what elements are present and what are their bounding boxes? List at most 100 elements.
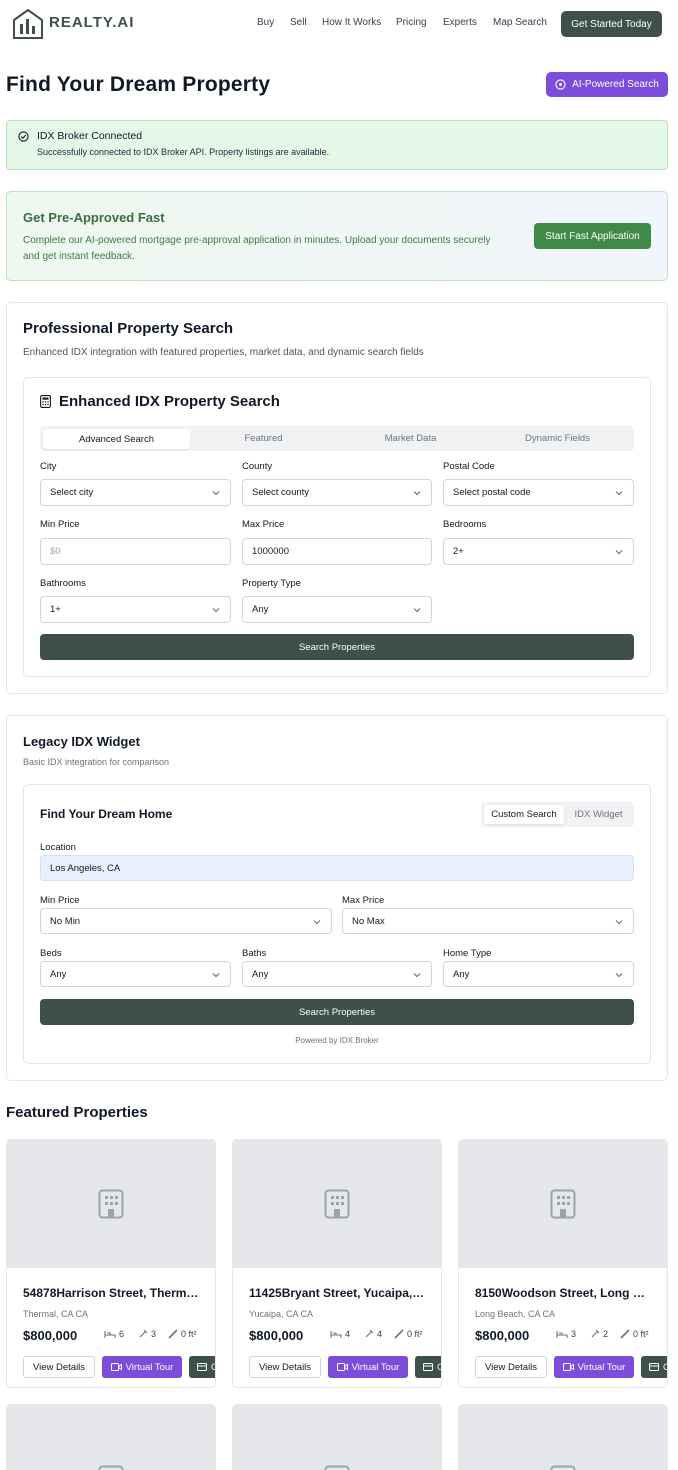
beds-value: Any — [50, 968, 67, 980]
legacy-max-price-label: Max Price — [342, 895, 385, 906]
chevron-down-icon — [413, 491, 421, 496]
nav-experts[interactable]: Experts — [443, 17, 477, 28]
nav-sell[interactable]: Sell — [290, 17, 307, 28]
start-application-button[interactable]: Start Fast Application — [534, 223, 651, 249]
nav-buy[interactable]: Buy — [257, 17, 274, 28]
page-title: Find Your Dream Property — [6, 73, 271, 96]
logo-text[interactable]: REALTY.AI — [49, 14, 134, 31]
bedrooms-select[interactable]: 2+ — [443, 538, 634, 565]
search-properties-button[interactable]: Search Properties — [40, 634, 634, 660]
property-type-select[interactable]: Any — [242, 596, 432, 623]
property-card[interactable]: 8150Woodson Street, Long Beach, CA Long … — [458, 1139, 668, 1388]
building-icon — [550, 1465, 576, 1470]
tab-market-data[interactable]: Market Data — [337, 426, 484, 451]
property-image-placeholder — [233, 1140, 441, 1268]
bed-icon — [556, 1330, 568, 1338]
virtual-tour-label: Virtual Tour — [577, 1361, 626, 1373]
nav-how-it-works[interactable]: How It Works — [322, 17, 381, 28]
home-type-value: Any — [453, 968, 470, 980]
bathrooms-label: Bathrooms — [40, 578, 86, 589]
sqft-stat: 0 ft² — [168, 1329, 197, 1339]
baths-value: Any — [252, 968, 269, 980]
property-city: Thermal, CA CA — [23, 1309, 89, 1319]
property-card[interactable] — [6, 1404, 216, 1470]
nav-map-search[interactable]: Map Search — [493, 17, 547, 28]
alert-title: IDX Broker Connected — [37, 130, 143, 142]
city-select[interactable]: Select city — [40, 479, 231, 506]
beds-select[interactable]: Any — [40, 961, 231, 987]
property-price: $800,000 — [475, 1328, 530, 1343]
legacy-min-price-value: No Min — [50, 915, 81, 927]
location-value: Los Angeles, CA — [50, 862, 121, 874]
property-card[interactable]: 54878Harrison Street, Thermal, CA Therma… — [6, 1139, 216, 1388]
calculator-icon — [40, 395, 51, 408]
check-circle-icon — [18, 131, 29, 142]
chevron-down-icon — [615, 491, 623, 496]
postal-code-select[interactable]: Select postal code — [443, 479, 634, 506]
view-details-button[interactable]: View Details — [475, 1356, 547, 1378]
location-input[interactable]: Los Angeles, CA — [40, 855, 634, 881]
featured-title: Featured Properties — [6, 1104, 148, 1121]
building-icon — [324, 1189, 350, 1219]
property-address[interactable]: 54878Harrison Street, Thermal, CA — [23, 1286, 201, 1300]
legacy-search-button[interactable]: Search Properties — [40, 999, 634, 1025]
property-card[interactable] — [232, 1404, 442, 1470]
min-price-input[interactable]: $0 — [40, 538, 231, 565]
ai-search-button[interactable]: AI-Powered Search — [546, 72, 668, 97]
home-type-select[interactable]: Any — [443, 961, 634, 987]
postal-code-label: Postal Code — [443, 461, 495, 472]
city-select-value: Select city — [50, 487, 94, 498]
property-card[interactable] — [458, 1404, 668, 1470]
enhanced-search-panel — [23, 377, 651, 677]
legacy-max-price-select[interactable]: No Max — [342, 908, 634, 934]
ruler-icon — [168, 1329, 178, 1339]
card-action-button[interactable]: G — [415, 1356, 441, 1378]
virtual-tour-button[interactable]: Virtual Tour — [554, 1356, 634, 1378]
property-type-value: Any — [252, 604, 269, 615]
logo-icon[interactable] — [12, 8, 44, 40]
sqft-value: 0 ft² — [181, 1329, 197, 1339]
tab-featured[interactable]: Featured — [190, 426, 337, 451]
pro-search-subtitle: Enhanced IDX integration with featured p… — [23, 347, 424, 358]
chevron-down-icon — [212, 973, 220, 978]
bath-icon — [365, 1329, 374, 1338]
tab-custom-search[interactable]: Custom Search — [484, 805, 564, 824]
virtual-tour-button[interactable]: Virtual Tour — [328, 1356, 408, 1378]
baths-count: 2 — [603, 1329, 609, 1339]
virtual-tour-button[interactable]: Virtual Tour — [102, 1356, 182, 1378]
nav-pricing[interactable]: Pricing — [396, 17, 427, 28]
card-action-label: G — [211, 1362, 215, 1373]
max-price-input[interactable]: 1000000 — [242, 538, 432, 565]
bathrooms-select[interactable]: 1+ — [40, 596, 231, 623]
property-address[interactable]: 8150Woodson Street, Long Beach, CA — [475, 1286, 653, 1300]
get-started-button[interactable]: Get Started Today — [561, 11, 662, 37]
card-icon — [423, 1363, 433, 1371]
chevron-down-icon — [212, 491, 220, 496]
legacy-subtitle: Basic IDX integration for comparison — [23, 757, 170, 767]
property-card[interactable]: 11425Bryant Street, Yucaipa, CA Yucaipa,… — [232, 1139, 442, 1388]
preapproval-description: Complete our AI-powered mortgage pre-app… — [23, 235, 491, 262]
chevron-down-icon — [413, 973, 421, 978]
property-image-placeholder — [7, 1405, 215, 1470]
property-address[interactable]: 11425Bryant Street, Yucaipa, CA — [249, 1286, 427, 1300]
card-action-button[interactable]: G — [641, 1356, 667, 1378]
baths-stat: 2 — [590, 1329, 608, 1339]
tab-idx-widget[interactable]: IDX Widget — [566, 805, 631, 824]
tab-advanced-search[interactable]: Advanced Search — [43, 429, 190, 449]
virtual-tour-label: Virtual Tour — [125, 1361, 174, 1373]
bath-icon — [139, 1329, 148, 1338]
view-details-button[interactable]: View Details — [23, 1356, 95, 1378]
view-details-button[interactable]: View Details — [249, 1356, 321, 1378]
sqft-value: 0 ft² — [407, 1329, 423, 1339]
legacy-title: Legacy IDX Widget — [23, 734, 140, 749]
legacy-min-price-select[interactable]: No Min — [40, 908, 332, 934]
beds-count: 6 — [119, 1329, 125, 1339]
chevron-down-icon — [212, 608, 220, 613]
property-price: $800,000 — [249, 1328, 304, 1343]
bath-icon — [591, 1329, 600, 1338]
tab-dynamic-fields[interactable]: Dynamic Fields — [484, 426, 631, 451]
county-select[interactable]: Select county — [242, 479, 432, 506]
card-action-button[interactable]: G — [189, 1356, 215, 1378]
baths-select[interactable]: Any — [242, 961, 432, 987]
card-icon — [197, 1363, 207, 1371]
